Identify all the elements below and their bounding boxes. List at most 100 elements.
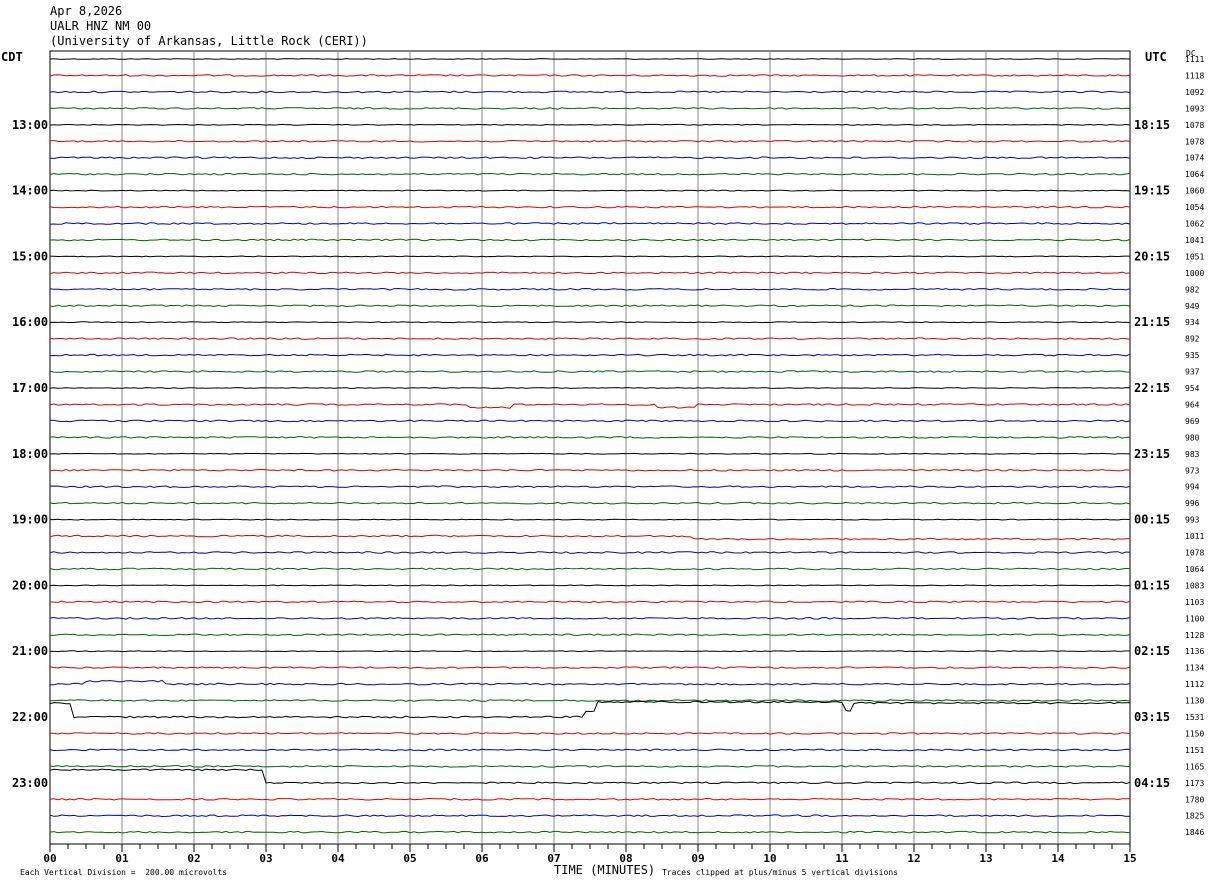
seismic-trace — [49, 616, 1131, 620]
dc-offset-label: 1064 — [1185, 565, 1204, 574]
right-hour-label: 22:15 — [1134, 381, 1170, 395]
seismic-trace — [49, 287, 1131, 291]
dc-offset-label: 1000 — [1185, 269, 1204, 278]
clip-note: Traces clipped at plus/minus 5 vertical … — [662, 868, 899, 877]
dc-offset-label: 1165 — [1185, 762, 1204, 771]
dc-offset-label: 1531 — [1185, 713, 1204, 722]
seismic-trace — [49, 123, 1131, 126]
dc-offset-label: 1112 — [1185, 680, 1204, 689]
right-hour-label: 21:15 — [1134, 315, 1170, 329]
dc-offset-label: 982 — [1185, 285, 1200, 294]
seismic-trace — [49, 797, 1130, 801]
right-hour-label: 04:15 — [1134, 776, 1170, 790]
seismic-trace — [49, 419, 1131, 423]
right-hour-label: 20:15 — [1134, 249, 1170, 263]
left-hour-label: 14:00 — [12, 184, 48, 198]
dc-offset-label: 1078 — [1185, 549, 1204, 558]
dc-offset-label: 1111 — [1185, 55, 1204, 64]
dc-offset-label: 937 — [1185, 368, 1200, 377]
left-hour-label: 17:00 — [12, 381, 48, 395]
x-tick-label: 04 — [331, 852, 345, 865]
x-tick-label: 06 — [475, 852, 489, 865]
x-tick-label: 15 — [1123, 852, 1136, 865]
right-hour-label: 03:15 — [1134, 710, 1170, 724]
right-hour-label: 01:15 — [1134, 578, 1170, 592]
dc-offset-label: 1074 — [1185, 154, 1204, 163]
seismic-trace — [49, 485, 1131, 489]
dc-offset-label: 1130 — [1185, 697, 1204, 706]
seismic-trace — [49, 403, 1131, 409]
seismic-trace — [49, 567, 1131, 571]
dc-offset-label: 1062 — [1185, 220, 1204, 229]
seismic-trace — [49, 452, 1131, 455]
dc-offset-label: 980 — [1185, 433, 1200, 442]
seismic-trace — [49, 222, 1131, 225]
dc-offset-label: 1825 — [1185, 812, 1204, 821]
seismic-trace — [49, 534, 1130, 541]
seismic-trace — [49, 501, 1131, 505]
dc-offset-label: 1150 — [1185, 729, 1204, 738]
seismic-trace — [50, 679, 1131, 686]
seismic-trace — [49, 58, 1131, 60]
seismic-trace — [50, 633, 1131, 637]
seismic-trace — [49, 107, 1131, 110]
dc-offset-label: 1134 — [1185, 664, 1204, 673]
seismic-trace — [49, 551, 1131, 554]
seismic-trace — [50, 304, 1131, 308]
right-hour-label: 23:15 — [1134, 447, 1170, 461]
dc-offset-label: 1136 — [1185, 647, 1204, 656]
seismic-trace — [49, 650, 1130, 653]
trace-lines — [49, 58, 1131, 834]
dc-offset-label: 1078 — [1185, 121, 1204, 130]
seismic-trace — [49, 732, 1131, 735]
left-hour-label: 18:00 — [12, 447, 48, 461]
seismic-trace — [49, 584, 1131, 587]
left-hour-label: 22:00 — [12, 710, 48, 724]
left-hour-label: 16:00 — [12, 315, 48, 329]
seismic-trace — [49, 90, 1131, 94]
x-tick-label: 02 — [187, 852, 200, 865]
x-tick-label: 09 — [691, 852, 704, 865]
x-tick-label: 01 — [115, 852, 129, 865]
dc-offset-label: 1100 — [1185, 614, 1204, 623]
dc-offset-label: 1173 — [1185, 779, 1204, 788]
dc-offset-label: 969 — [1185, 417, 1200, 426]
dc-offset-label: 1064 — [1185, 170, 1204, 179]
right-hour-label: 02:15 — [1134, 644, 1170, 658]
seismic-trace — [49, 765, 1131, 768]
left-hour-label: 21:00 — [12, 644, 48, 658]
axis-labels: 1111 1118 1092 1093 1078 1078 1074 1064 1060 1054… — [12, 55, 1204, 865]
seismic-trace — [49, 271, 1131, 275]
dc-offset-label: 1083 — [1185, 581, 1204, 590]
dc-offset-label: 1151 — [1185, 746, 1204, 755]
dc-offset-label: 1780 — [1185, 795, 1204, 804]
dc-offset-label: 1011 — [1185, 532, 1204, 541]
seismic-trace — [49, 814, 1131, 818]
x-tick-label: 03 — [259, 852, 272, 865]
x-tick-label: 11 — [835, 852, 849, 865]
seismic-trace — [49, 255, 1130, 258]
seismic-trace — [49, 353, 1131, 357]
seismic-trace — [49, 666, 1131, 669]
seismic-trace — [49, 172, 1131, 176]
seismic-trace — [49, 468, 1131, 472]
seismic-trace — [49, 830, 1131, 834]
dc-offset-label: 1060 — [1185, 187, 1204, 196]
left-hour-label: 13:00 — [12, 118, 48, 132]
seismic-trace — [49, 600, 1131, 604]
dc-offset-label: 1051 — [1185, 252, 1204, 261]
dc-offset-label: 1846 — [1185, 828, 1204, 837]
dc-offset-label: 934 — [1185, 318, 1200, 327]
scale-note: Each Vertical Division = 200.00 microvol… — [20, 868, 228, 877]
seismic-trace — [49, 436, 1131, 439]
dc-offset-label: 994 — [1185, 483, 1200, 492]
seismic-trace — [50, 156, 1131, 160]
seismic-trace — [49, 370, 1131, 373]
left-hour-label: 20:00 — [12, 578, 48, 592]
dc-offset-label: 935 — [1185, 351, 1200, 360]
x-axis-title: TIME (MINUTES) — [554, 863, 656, 877]
dc-offset-label: 996 — [1185, 499, 1200, 508]
left-hour-label: 19:00 — [12, 513, 48, 527]
seismic-trace — [49, 189, 1131, 192]
x-tick-label: 12 — [907, 852, 920, 865]
